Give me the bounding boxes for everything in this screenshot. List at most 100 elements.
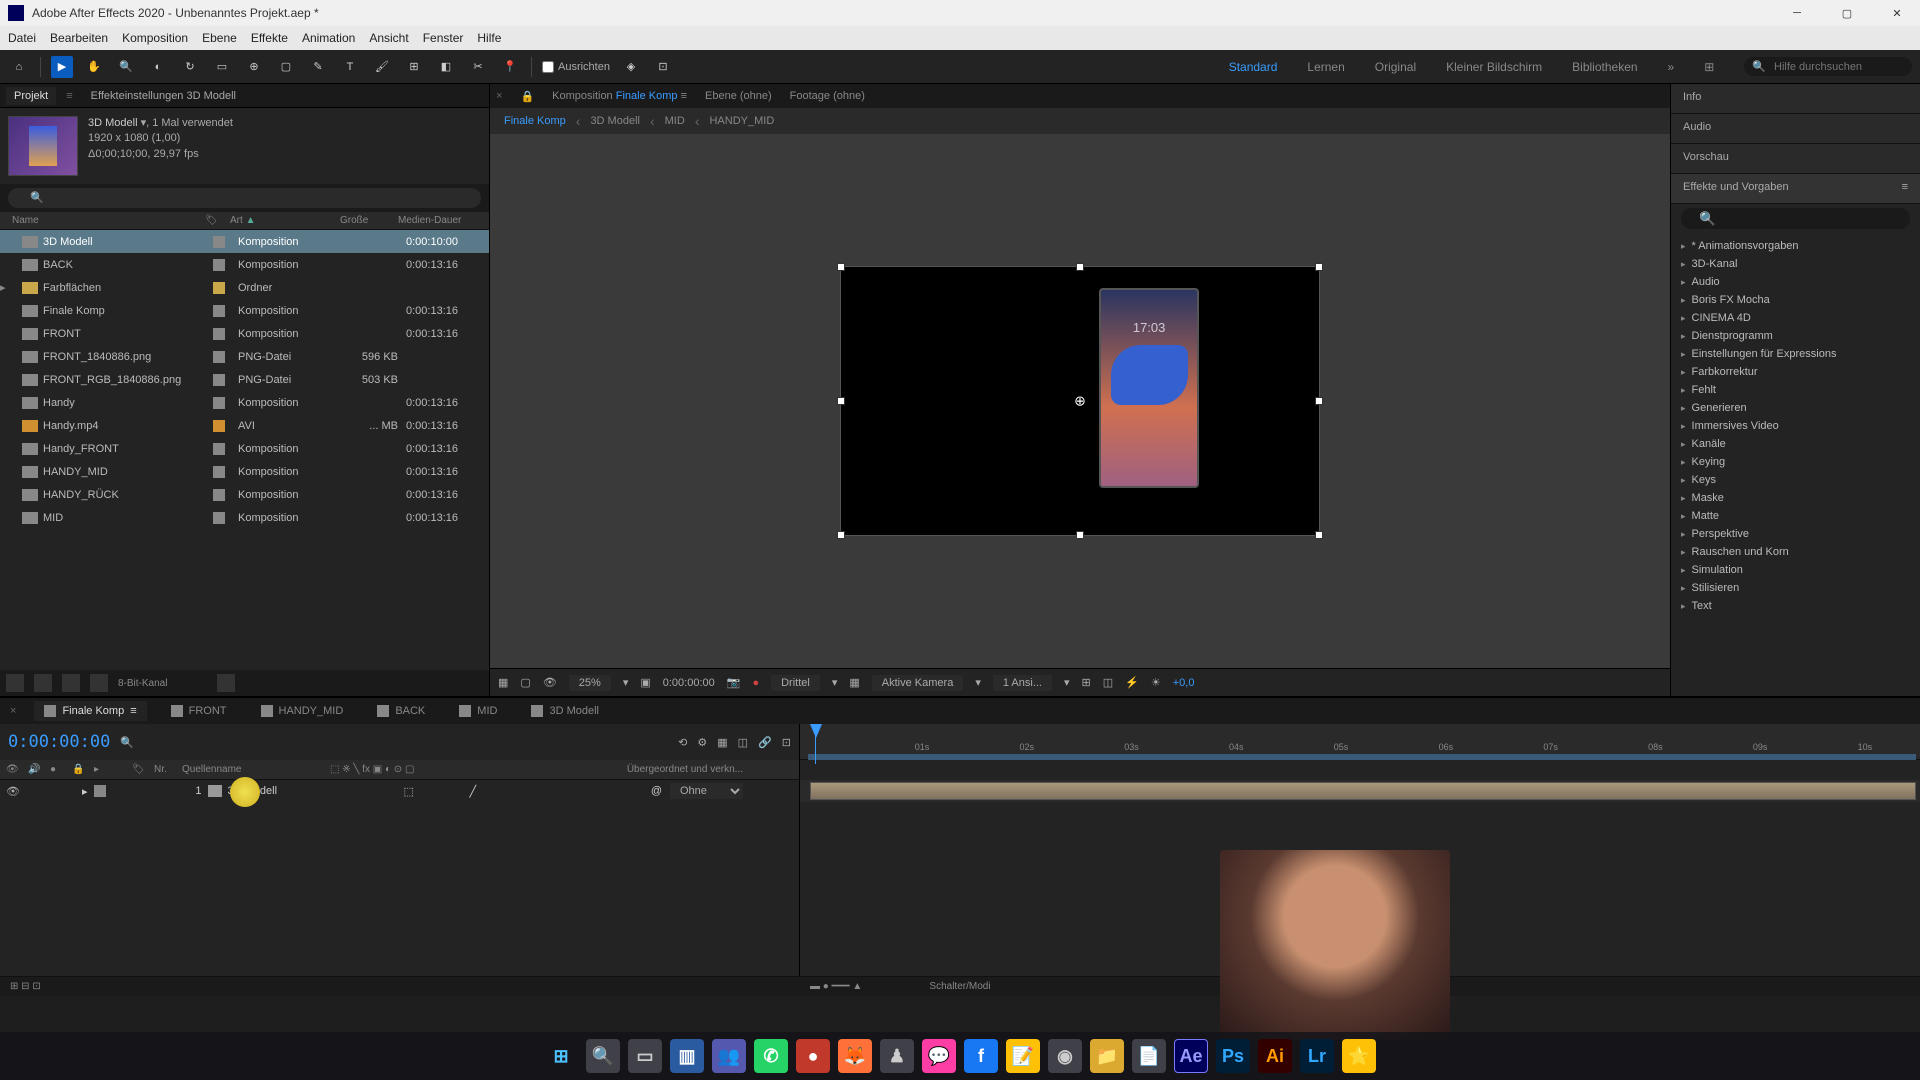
project-row[interactable]: Handy.mp4 AVI ... MB 0:00:13:16 (0, 414, 489, 437)
hand-tool[interactable]: ✋ (83, 56, 105, 78)
taskbar-notes[interactable]: 📝 (1006, 1039, 1040, 1073)
taskbar-whatsapp[interactable]: ✆ (754, 1039, 788, 1073)
effects-category[interactable]: Boris FX Mocha (1671, 291, 1920, 309)
taskbar-explorer[interactable]: ▥ (670, 1039, 704, 1073)
exposure-value[interactable]: +0,0 (1173, 677, 1195, 689)
timeline-timecode[interactable]: 0:00:00:00 (8, 732, 110, 752)
taskbar-search[interactable]: 🔍 (586, 1039, 620, 1073)
comp-canvas[interactable]: ⊕ (840, 266, 1320, 536)
audio-tab[interactable]: Audio (1671, 114, 1920, 144)
project-row[interactable]: HANDY_MID Komposition 0:00:13:16 (0, 460, 489, 483)
breadcrumb-1[interactable]: 3D Modell (590, 115, 640, 127)
workspace-grid-icon[interactable]: ⊞ (1704, 60, 1714, 74)
menu-komposition[interactable]: Komposition (122, 31, 188, 45)
expose-icon[interactable]: ☀ (1151, 676, 1161, 689)
effects-category[interactable]: Rauschen und Korn (1671, 543, 1920, 561)
project-row[interactable]: MID Komposition 0:00:13:16 (0, 506, 489, 529)
timecode-display[interactable]: 0:00:00:00 (663, 677, 715, 689)
effects-category[interactable]: Keying (1671, 453, 1920, 471)
tl-icon-6[interactable]: ⊡ (782, 736, 791, 749)
visibility-toggle[interactable]: 👁 (6, 785, 20, 798)
effects-category[interactable]: Text (1671, 597, 1920, 615)
taskbar-lr[interactable]: Lr (1300, 1039, 1334, 1073)
composition-viewer[interactable]: ⊕ (490, 134, 1670, 668)
delete-button[interactable] (217, 674, 235, 692)
res-icon[interactable]: ▣ (640, 676, 650, 689)
project-tab[interactable]: Projekt (6, 87, 56, 105)
align-checkbox[interactable]: Ausrichten (542, 61, 610, 73)
breadcrumb-0[interactable]: Finale Komp (504, 115, 566, 127)
taskbar-firefox[interactable]: 🦊 (838, 1039, 872, 1073)
project-row[interactable]: ▸ Farbflächen Ordner (0, 276, 489, 299)
project-list[interactable]: 3D Modell Komposition 0:00:10:00 BACK Ko… (0, 230, 489, 670)
close-button[interactable]: ✕ (1882, 3, 1912, 23)
project-row[interactable]: HANDY_RÜCK Komposition 0:00:13:16 (0, 483, 489, 506)
workarea-bar[interactable] (808, 754, 1916, 760)
help-search-input[interactable] (1774, 61, 1904, 73)
eraser-tool[interactable]: ◧ (435, 56, 457, 78)
roto-tool[interactable]: ✂ (467, 56, 489, 78)
timeline-search-icon[interactable]: 🔍 (120, 736, 134, 749)
timeline-tab-3[interactable]: BACK (367, 701, 435, 721)
breadcrumb-2[interactable]: MID (665, 115, 685, 127)
menu-ebene[interactable]: Ebene (202, 31, 237, 45)
zoom-dropdown[interactable]: 25% (569, 675, 611, 691)
settings-button[interactable] (90, 674, 108, 692)
project-row[interactable]: Handy_FRONT Komposition 0:00:13:16 (0, 437, 489, 460)
taskbar-teams[interactable]: 👥 (712, 1039, 746, 1073)
taskbar-app1[interactable]: ● (796, 1039, 830, 1073)
snap-tool[interactable]: ◈ (620, 56, 642, 78)
effects-menu-icon[interactable]: ≡ (1902, 181, 1908, 196)
puppet-tool[interactable]: 📍 (499, 56, 521, 78)
tl-icon-4[interactable]: ◫ (738, 736, 748, 749)
timeline-tab-5[interactable]: 3D Modell (521, 701, 609, 721)
render-icon[interactable]: ⚡ (1125, 676, 1139, 689)
pen-tool[interactable]: ✎ (307, 56, 329, 78)
interpret-button[interactable] (6, 674, 24, 692)
menu-animation[interactable]: Animation (302, 31, 355, 45)
taskbar-taskview[interactable]: ▭ (628, 1039, 662, 1073)
project-row[interactable]: FRONT_1840886.png PNG-Datei 596 KB (0, 345, 489, 368)
effects-category[interactable]: Einstellungen für Expressions (1671, 345, 1920, 363)
effects-list[interactable]: * Animationsvorgaben3D-KanalAudioBoris F… (1671, 233, 1920, 696)
new-comp-button[interactable] (62, 674, 80, 692)
effects-category[interactable]: 3D-Kanal (1671, 255, 1920, 273)
color-icon[interactable]: ● (752, 677, 759, 689)
project-row[interactable]: 3D Modell Komposition 0:00:10:00 (0, 230, 489, 253)
taskbar-facebook[interactable]: f (964, 1039, 998, 1073)
menu-bearbeiten[interactable]: Bearbeiten (50, 31, 108, 45)
maximize-button[interactable]: ▢ (1832, 3, 1862, 23)
menu-datei[interactable]: Datei (8, 31, 36, 45)
menu-ansicht[interactable]: Ansicht (369, 31, 408, 45)
help-search[interactable]: 🔍 (1744, 57, 1912, 76)
grid-toggle-icon[interactable]: ▦ (498, 676, 508, 689)
mask-toggle-icon[interactable]: ▢ (520, 676, 530, 689)
breadcrumb-3[interactable]: HANDY_MID (709, 115, 774, 127)
col-tag[interactable]: 🏷 (205, 215, 230, 226)
new-folder-button[interactable] (34, 674, 52, 692)
project-row[interactable]: Finale Komp Komposition 0:00:13:16 (0, 299, 489, 322)
tl-icon-2[interactable]: ⚙ (697, 736, 707, 749)
transparency-icon[interactable]: ▦ (849, 676, 859, 689)
taskbar-obs[interactable]: ◉ (1048, 1039, 1082, 1073)
rotate-tool[interactable]: ↻ (179, 56, 201, 78)
quality-dropdown[interactable]: Drittel (771, 675, 820, 691)
effects-category[interactable]: Farbkorrektur (1671, 363, 1920, 381)
effects-category[interactable]: Stilisieren (1671, 579, 1920, 597)
alpha-toggle-icon[interactable]: 👁 (543, 676, 557, 689)
project-row[interactable]: Handy Komposition 0:00:13:16 (0, 391, 489, 414)
timeline-layer-1[interactable]: 👁 ▸ 1 3D Modell ⬚ ╱ @ Ohne (0, 780, 799, 802)
bpc-label[interactable]: 8-Bit-Kanal (118, 678, 167, 689)
effects-category[interactable]: * Animationsvorgaben (1671, 237, 1920, 255)
snapshot-icon[interactable]: 📷 (727, 676, 741, 689)
workspace-original[interactable]: Original (1375, 60, 1416, 74)
info-tab[interactable]: Info (1671, 84, 1920, 114)
effects-category[interactable]: Perspektive (1671, 525, 1920, 543)
selection-tool[interactable]: ▶ (51, 56, 73, 78)
taskbar-messenger[interactable]: 💬 (922, 1039, 956, 1073)
start-button[interactable]: ⊞ (544, 1039, 578, 1073)
effects-category[interactable]: Fehlt (1671, 381, 1920, 399)
workspace-bibliotheken[interactable]: Bibliotheken (1572, 60, 1637, 74)
grid-tool[interactable]: ⊡ (652, 56, 674, 78)
timeline-tab-2[interactable]: HANDY_MID (251, 701, 354, 721)
